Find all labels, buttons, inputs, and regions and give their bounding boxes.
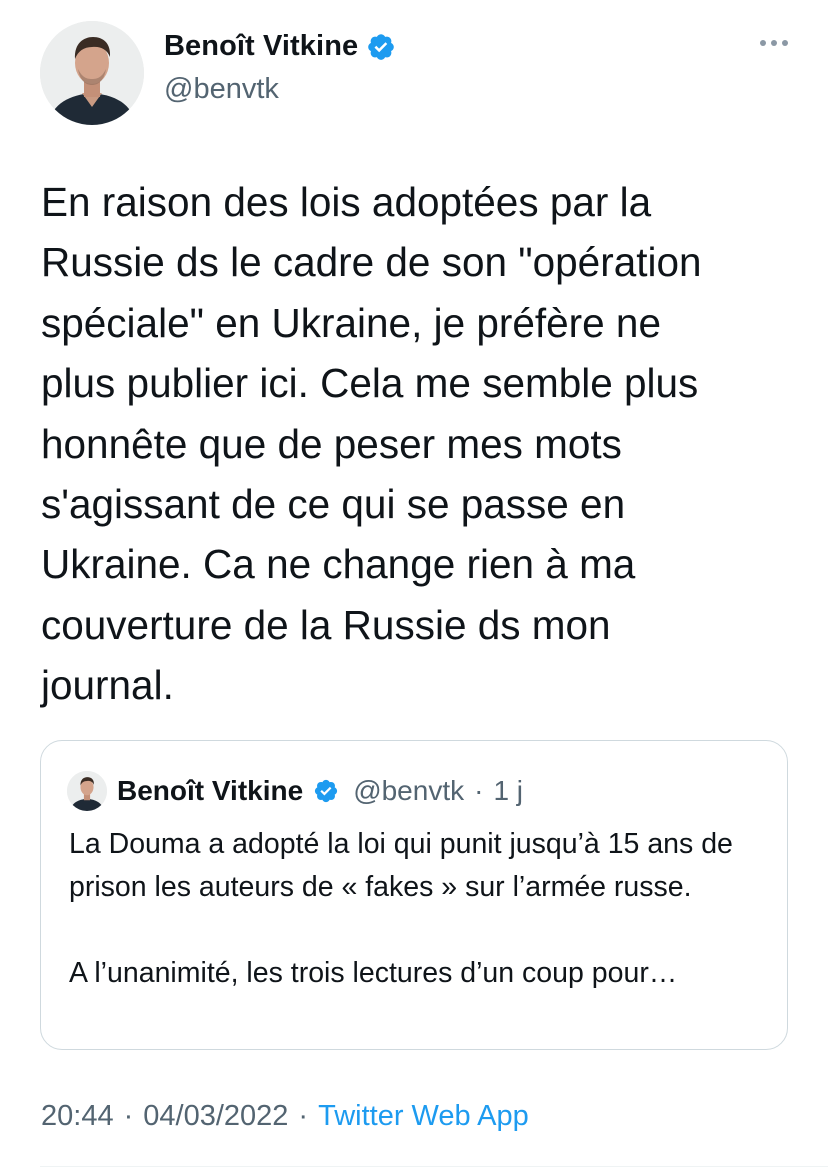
author-handle[interactable]: @benvtk (164, 73, 279, 106)
author-avatar[interactable] (40, 21, 144, 125)
quoted-separator: · (474, 775, 484, 806)
meta-separator: · (298, 1100, 309, 1132)
author-display-name[interactable]: Benoît Vitkine (164, 30, 358, 63)
tweet-text: En raison des lois adoptées par la Russi… (41, 179, 702, 709)
tweet-time[interactable]: 20:44 (41, 1100, 114, 1133)
verified-badge-icon (315, 779, 338, 803)
tweet-source-link[interactable]: Twitter Web App (318, 1100, 529, 1133)
quoted-author-name: Benoît Vitkine (117, 775, 304, 806)
tweet-date[interactable]: 04/03/2022 (143, 1100, 288, 1133)
quoted-tweet-header: Benoît Vitkine @benvtk · 1 j (67, 771, 523, 811)
more-options-button[interactable] (760, 40, 788, 46)
quoted-tweet-age: 1 j (493, 775, 524, 806)
more-dots-icon (760, 40, 766, 46)
divider (40, 1166, 828, 1167)
verified-badge-icon (368, 33, 395, 60)
quoted-paragraph-2: A l’unanimité, les trois lectures d’un c… (69, 957, 678, 989)
quoted-tweet-text: La Douma a adopté la loi qui punit jusqu… (69, 823, 769, 995)
tweet-meta: 20:44 · 04/03/2022 · Twitter Web App (41, 1100, 529, 1133)
more-dots-icon (782, 40, 788, 46)
quoted-author-avatar (67, 771, 107, 811)
meta-separator: · (123, 1100, 134, 1132)
quoted-paragraph-1: La Douma a adopté la loi qui punit jusqu… (69, 828, 733, 903)
quoted-author-handle: @benvtk (353, 775, 465, 806)
more-dots-icon (771, 40, 777, 46)
tweet: Benoît Vitkine @benvtk En raison des loi… (0, 0, 828, 1172)
author-name-row: Benoît Vitkine (164, 30, 396, 63)
quoted-avatar-photo (67, 771, 107, 811)
quoted-tweet-card[interactable]: Benoît Vitkine @benvtk · 1 j La Douma a … (40, 740, 788, 1050)
avatar-photo (40, 21, 144, 125)
